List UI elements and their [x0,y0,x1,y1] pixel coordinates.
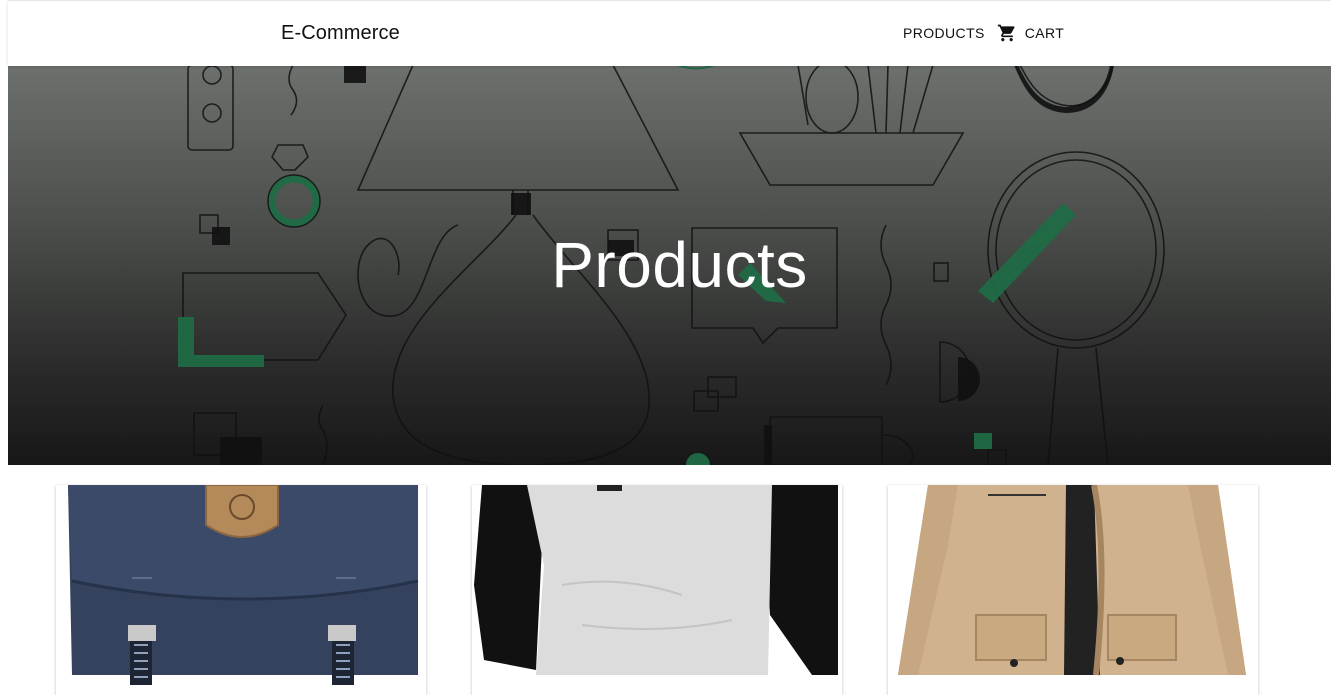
backpack-image [56,485,426,685]
hero-banner: Products [8,65,1331,465]
shopping-cart-icon [997,24,1015,42]
product-card[interactable] [888,485,1258,695]
product-grid [56,485,1266,695]
app-bar: E-Commerce PRODUCTS CART [8,0,1331,66]
product-card[interactable] [472,485,842,695]
hero-title: Products [551,229,808,301]
jacket-image [888,485,1258,685]
nav-cart-link[interactable]: CART [997,23,1064,43]
brand-title[interactable]: E-Commerce [281,22,400,45]
top-nav: PRODUCTS CART [903,23,1064,43]
product-card[interactable] [56,485,426,695]
page: E-Commerce PRODUCTS CART Products [8,0,1331,695]
nav-products-link[interactable]: PRODUCTS [903,25,985,41]
raglan-shirt-image [472,485,842,685]
cart-label: CART [1024,25,1065,41]
